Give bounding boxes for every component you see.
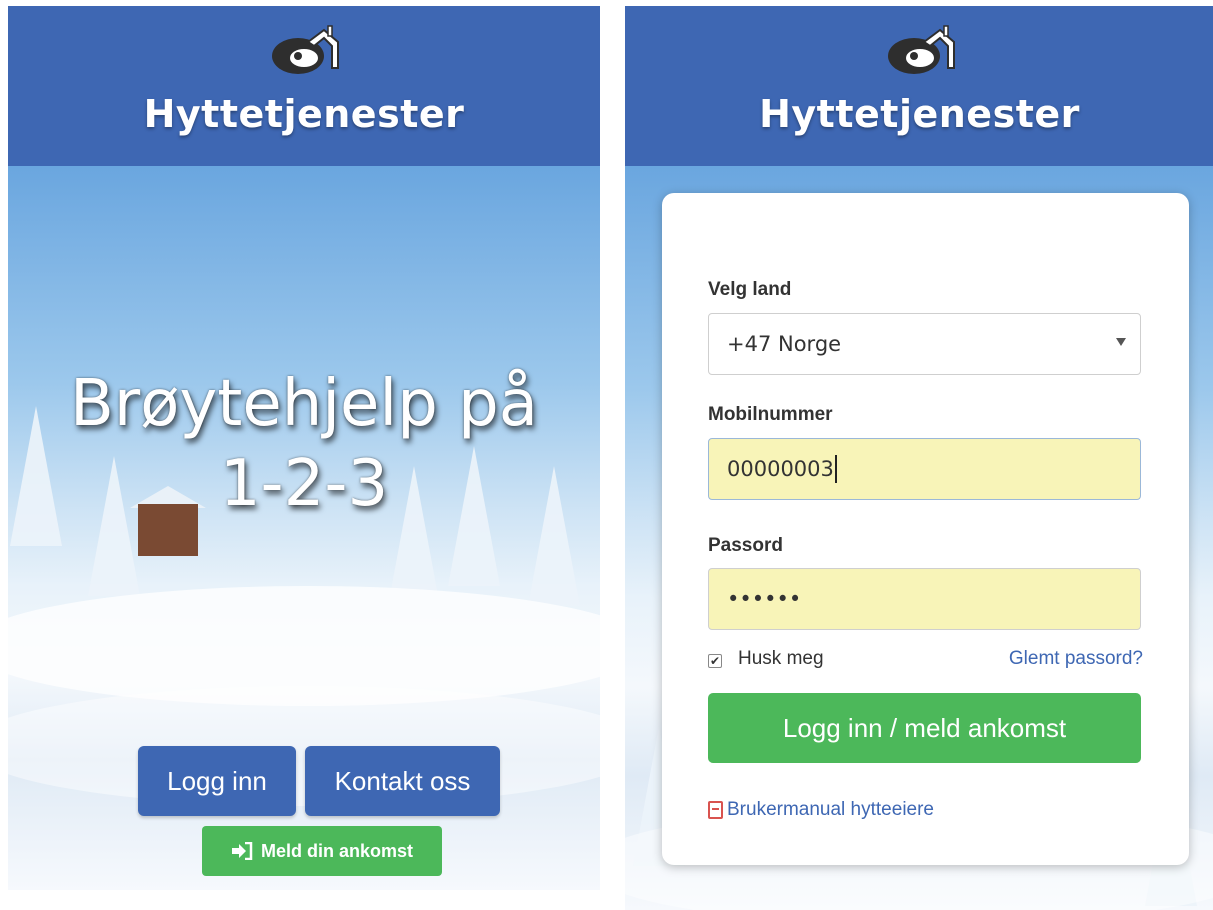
contact-button[interactable]: Kontakt oss [305,746,500,816]
country-select-value: +47 Norge [727,332,842,356]
cloud-house-logo-icon [887,25,955,74]
brand-name: Hyttetjenester [143,92,465,136]
report-arrival-button[interactable]: Meld din ankomst [202,826,442,876]
country-select[interactable]: +47 Norge [708,313,1141,375]
app-header: Hyttetjenester [625,6,1213,166]
forgot-password-link[interactable]: Glemt passord? [1009,648,1143,670]
hero-headline-line1: Brøytehjelp på [69,367,539,441]
login-button[interactable]: Logg inn [138,746,296,816]
sign-in-icon [231,842,253,860]
login-screen: Hyttetjenester Velg land +47 Norge Mobil… [625,6,1213,910]
login-form-card: Velg land +47 Norge Mobilnummer 00000003… [662,193,1189,865]
remember-me-label: Husk meg [738,648,824,669]
mobile-label: Mobilnummer [708,404,833,425]
password-label: Passord [708,535,783,556]
chevron-down-icon [1116,338,1126,346]
hero-headline-line2: 1-2-3 [219,447,389,521]
password-value: •••••• [727,587,802,611]
landing-screen: Hyttetjenester Brøytehjelp på 1-2-3 Logg… [8,6,600,890]
password-input[interactable]: •••••• [708,568,1141,630]
mobile-number-value: 00000003 [727,457,834,481]
winter-background-image [8,166,600,890]
remember-me-checkbox[interactable]: ✔ [708,654,722,668]
pdf-icon [708,801,723,819]
cloud-house-logo-icon [272,25,339,74]
user-manual-label: Brukermanual hytteeiere [727,799,934,820]
report-arrival-label: Meld din ankomst [260,840,413,861]
login-submit-button[interactable]: Logg inn / meld ankomst [708,693,1141,763]
mobile-number-input[interactable]: 00000003 [708,438,1141,500]
app-header: Hyttetjenester [8,6,600,166]
text-cursor [834,455,837,483]
brand-name: Hyttetjenester [759,92,1080,136]
user-manual-link[interactable]: Brukermanual hytteeiere [708,799,934,821]
country-label: Velg land [708,279,792,300]
hero-headline: Brøytehjelp på 1-2-3 [8,364,600,524]
